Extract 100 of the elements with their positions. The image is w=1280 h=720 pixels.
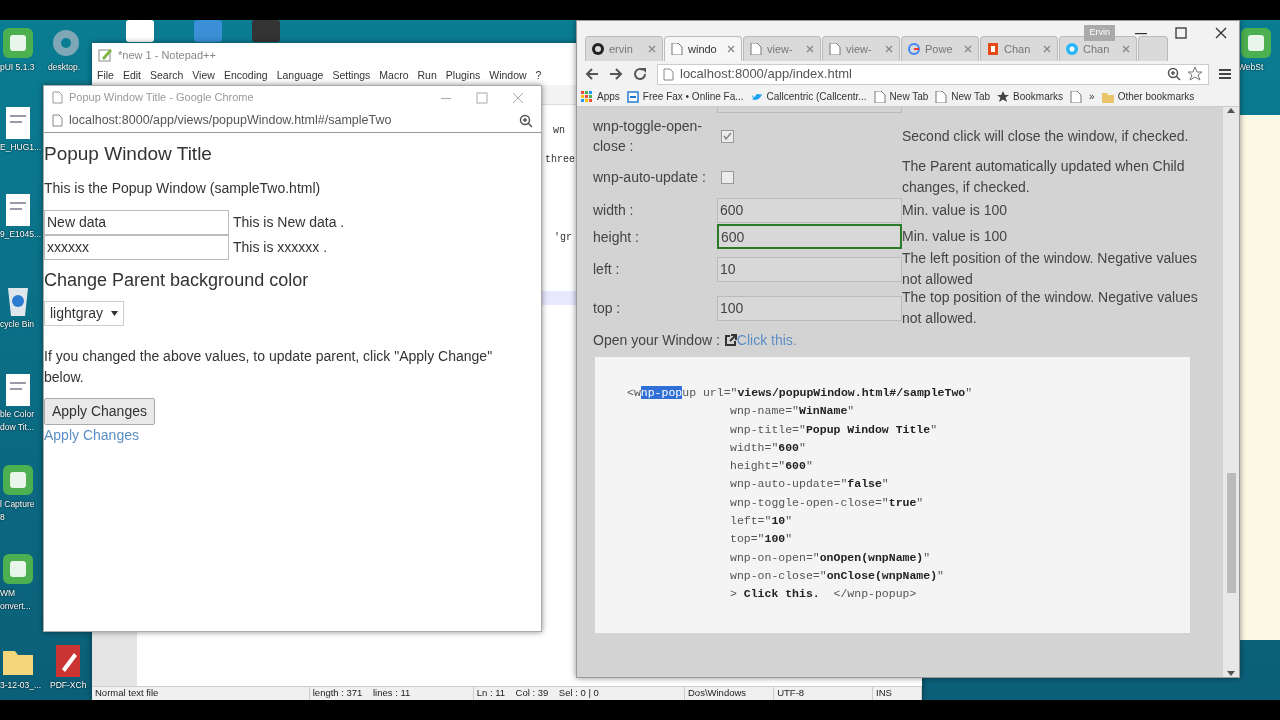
code-line: wnp-name="WinName" xyxy=(730,403,855,420)
dropdown-caret-icon xyxy=(110,311,118,317)
bookmark[interactable]: Free Fax • Online Fa... xyxy=(626,89,744,104)
field-label: wnp-auto-update : xyxy=(593,168,707,187)
code-line: wnp-on-open="onOpen(wnpName)" xyxy=(730,549,931,566)
hint-text: The Parent automatically updated when Child changes, if checked. xyxy=(902,157,1186,197)
more-bookmarks-button[interactable]: » xyxy=(1089,89,1095,104)
text-input[interactable]: 10 xyxy=(717,256,902,282)
apply-changes-link[interactable]: Apply Changes xyxy=(44,425,139,447)
scrollbar-thumb[interactable] xyxy=(1226,473,1236,593)
scroll-up-icon[interactable] xyxy=(1227,107,1235,113)
icon-label: desktop. xyxy=(48,61,81,74)
text-input[interactable]: 100 xyxy=(717,295,902,321)
page-icon xyxy=(750,43,762,55)
status-text: UTF-8 xyxy=(774,686,873,700)
bookmark[interactable]: Apps xyxy=(581,89,620,104)
icon-label: ble Color xyxy=(0,408,35,421)
bookmark[interactable]: Callcentric (Callcentr... xyxy=(750,89,867,104)
field-label: top : xyxy=(593,299,622,318)
scroll-down-icon[interactable] xyxy=(1227,671,1235,677)
text-input[interactable] xyxy=(717,107,902,113)
page-icon xyxy=(52,91,63,104)
app-icon[interactable] xyxy=(0,462,36,498)
menu-item[interactable]: View xyxy=(192,68,215,84)
page-icon xyxy=(671,43,683,55)
back-icon[interactable] xyxy=(585,67,599,81)
menu-item[interactable]: Run xyxy=(417,68,437,84)
icon-label: 9_E1045... xyxy=(0,228,42,241)
code-line: > Click this. </wnp-popup> xyxy=(730,586,917,603)
code-text: <w xyxy=(627,386,641,399)
section-heading: Change Parent background color xyxy=(44,269,310,292)
page-icon[interactable] xyxy=(1070,90,1083,103)
reload-icon[interactable] xyxy=(633,67,647,81)
field-label: wnp-toggle-open-close : xyxy=(593,117,703,156)
status-text: length : 371 lines : 11 xyxy=(309,686,474,700)
folder-icon xyxy=(1101,90,1114,103)
code-line: width="600" xyxy=(730,439,806,456)
code-line: height="600" xyxy=(730,458,813,475)
code-text: wn xyxy=(553,124,565,138)
menu-item[interactable]: Window xyxy=(489,68,527,84)
page-icon xyxy=(935,90,948,103)
menu-item[interactable]: Settings xyxy=(332,68,371,84)
app-icon[interactable] xyxy=(1238,25,1274,61)
code-line: wnp-auto-update="false" xyxy=(730,476,889,493)
bookmark[interactable]: Bookmarks xyxy=(997,89,1064,104)
browser-tab[interactable]: windo xyxy=(664,36,742,61)
status-text: INS xyxy=(873,686,922,700)
hint-text: Second click will close the window, if checked. xyxy=(902,126,1190,146)
page-heading: Popup Window Title xyxy=(44,143,213,166)
menu-item[interactable]: File xyxy=(97,68,114,84)
zoom-icon[interactable] xyxy=(519,113,533,128)
forward-icon[interactable] xyxy=(609,67,623,81)
bookmark[interactable]: Other bookmarks xyxy=(1101,89,1195,104)
code-line: wnp-toggle-open-close="true" xyxy=(730,494,924,511)
open-window-label: Open your Window : xyxy=(593,331,720,350)
status-text: Dos\Windows xyxy=(685,686,775,700)
scrollbar[interactable] xyxy=(1223,107,1239,677)
close-icon[interactable] xyxy=(1215,27,1227,39)
star-icon xyxy=(997,90,1010,103)
menu-item[interactable]: ? xyxy=(535,68,542,84)
app-icon[interactable] xyxy=(0,551,36,587)
text-input[interactable]: 600 xyxy=(717,197,902,223)
apply-changes-button[interactable]: Apply Changes xyxy=(44,398,155,426)
menu-item[interactable]: Edit xyxy=(122,68,141,84)
checkbox[interactable] xyxy=(721,170,734,184)
zoom-icon[interactable] xyxy=(1167,67,1181,81)
color-select[interactable]: lightgray xyxy=(44,301,124,327)
apps-icon xyxy=(581,90,593,103)
menu-item[interactable]: Macro xyxy=(379,68,409,84)
page-icon xyxy=(873,90,886,103)
icon-label: E_HUG1... xyxy=(0,141,42,154)
icon-label: dow Tit... xyxy=(0,421,34,434)
text-input[interactable]: New data xyxy=(44,209,229,235)
code-text: 'gr xyxy=(554,231,572,245)
echo-text: This is New data . xyxy=(233,212,345,232)
menu-item[interactable]: Encoding xyxy=(223,68,268,84)
app-icon[interactable] xyxy=(0,25,36,61)
notepad-icon xyxy=(98,48,112,62)
menu-icon[interactable] xyxy=(1219,68,1231,80)
menu-item[interactable]: Language xyxy=(276,68,324,84)
circle-icon xyxy=(1066,43,1078,55)
icon-label: cycle Bin xyxy=(0,318,34,331)
address-text: localhost:8000/app/views/popupWindow.html#/sampleTwo xyxy=(69,112,393,130)
code-line: wnp-title="Popup Window Title" xyxy=(730,421,938,438)
star-icon[interactable] xyxy=(1187,66,1203,82)
icon-label: PDF-XCh xyxy=(50,679,87,692)
menu-item[interactable]: Plugins xyxy=(445,68,481,84)
text-input[interactable]: xxxxxx xyxy=(44,234,229,260)
checkbox[interactable] xyxy=(721,129,734,143)
code-text: three xyxy=(545,153,575,167)
code-line: left="10" xyxy=(730,513,793,530)
bookmark[interactable]: New Tab xyxy=(873,89,929,104)
menu-item[interactable]: Search xyxy=(150,68,184,84)
maximize-icon[interactable] xyxy=(1175,27,1187,39)
icon-label: onvert... xyxy=(0,600,31,613)
code-line: top="100" xyxy=(730,531,793,548)
bookmark[interactable]: New Tab xyxy=(935,89,991,104)
code-line: wnp-on-close="onClose(wnpName)" xyxy=(730,567,944,584)
calendar-icon xyxy=(626,90,639,103)
text-input[interactable]: 600 xyxy=(717,224,902,249)
